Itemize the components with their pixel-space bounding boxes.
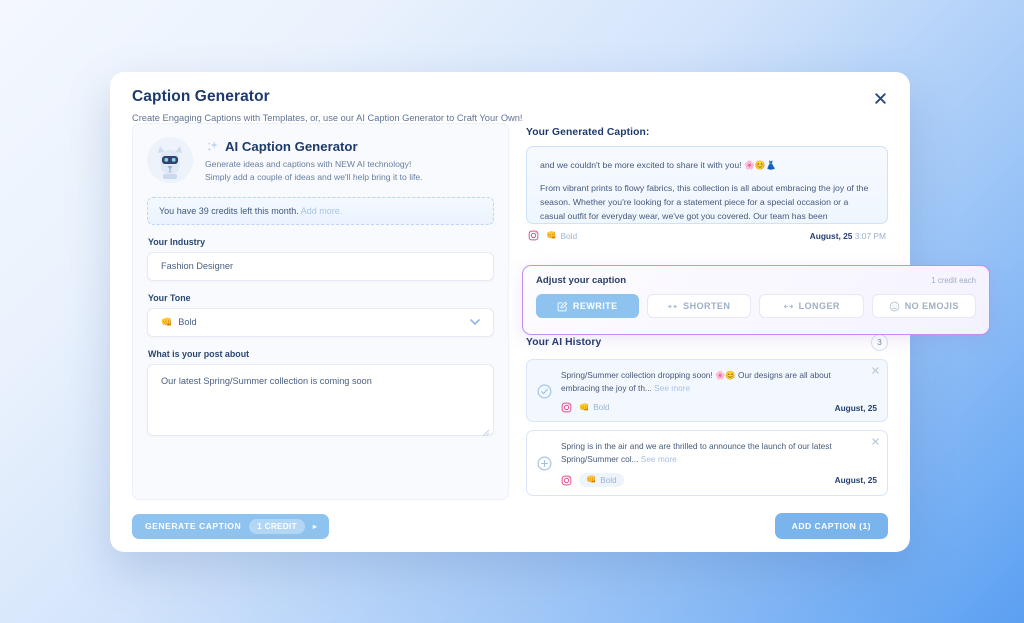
chevron-right-icon: ▸ [312,521,318,531]
edit-square-icon [557,301,568,312]
plus-circle-icon[interactable] [537,456,552,471]
arrows-in-icon [667,301,678,312]
rewrite-button[interactable]: REWRITE [536,294,639,318]
tone-value: Bold [178,317,197,328]
instagram-icon [561,402,572,413]
tone-emoji: 👊 [546,230,557,240]
history-item-meta: 👊 Bold August, 25 [561,402,877,413]
generated-caption-tone: 👊 Bold [546,230,577,241]
close-icon[interactable] [872,438,879,447]
list-item[interactable]: Spring/Summer collection dropping soon! … [526,359,888,423]
history-item-excerpt: Spring/Summer collection dropping soon! … [561,370,831,394]
tone-select[interactable]: 👊 Bold [147,307,494,337]
sparkle-icon [205,139,220,154]
smiley-off-icon [889,301,900,312]
longer-button[interactable]: LONGER [759,294,864,318]
history-item-tone: 👊 Bold [579,403,610,413]
close-icon[interactable] [868,86,892,110]
generated-caption-meta: 👊 Bold August, 25 3:07 PM [526,230,888,241]
generated-caption-time: 3:07 PM [854,230,886,241]
industry-input[interactable]: Fashion Designer [147,251,494,281]
tone-label: Bold [600,475,617,485]
list-item-body: Spring/Summer collection dropping soon! … [561,369,877,413]
post-about-label: What is your post about [148,348,250,359]
ai-history-count-badge: 3 [871,334,888,351]
adjust-credit-note: 1 credit each [931,276,976,285]
rewrite-label: REWRITE [572,301,618,311]
ai-promo-desc-line1: Generate ideas and captions with NEW AI … [205,159,412,169]
tone-label: Bold [593,403,610,413]
generated-caption-timestamp: August, 25 3:07 PM [810,231,886,241]
generate-caption-label: GENERATE CAPTION [145,521,242,531]
ai-promo-desc-line2: Simply add a couple of ideas and we'll h… [205,172,423,183]
modal-subtitle: Create Engaging Captions with Templates,… [132,113,523,123]
history-item-meta: 👊 Bold August, 25 [561,473,877,488]
generator-form-panel: AI Caption Generator Generate ideas and … [132,123,509,500]
generated-caption-paragraph-2: From vibrant prints to flowy fabrics, th… [540,183,869,222]
list-item-body: Spring is in the air and we are thrilled… [561,440,877,488]
adjust-panel-title: Adjust your caption [536,275,627,286]
generated-caption-date: August, 25 [809,230,853,241]
instagram-icon [561,475,572,486]
page-title: Caption Generator [132,88,270,105]
history-item-date: August, 25 [834,475,877,486]
adjust-panel-header: Adjust your caption 1 credit each [536,275,976,286]
see-more-link[interactable]: See more [641,454,677,464]
credits-text: You have 39 credits left this month. [159,205,299,216]
industry-label: Your Industry [148,236,206,247]
history-item-text: Spring/Summer collection dropping soon! … [561,369,877,395]
shorten-label: SHORTEN [683,301,731,311]
resize-grip-icon[interactable] [482,424,490,436]
close-icon[interactable] [872,367,879,376]
list-item[interactable]: Spring is in the air and we are thrilled… [526,430,888,497]
generate-credit-badge: 1 CREDIT [249,518,305,534]
ai-promo-title: AI Caption Generator [225,139,358,154]
instagram-icon [528,230,539,241]
adjust-caption-panel: Adjust your caption 1 credit each REWRIT… [522,265,990,335]
arrows-out-icon [783,301,794,312]
robot-mascot-avatar [147,137,193,183]
see-more-link[interactable]: See more [654,383,690,393]
shorten-button[interactable]: SHORTEN [646,294,751,318]
tone-emoji: 👊 [579,402,590,412]
tone-emoji: 👊 [586,475,597,485]
post-about-textarea[interactable]: Our latest Spring/Summer collection is c… [147,363,494,436]
ai-promo-description: Generate ideas and captions with NEW AI … [205,158,423,185]
ai-history-header: Your AI History 3 [526,334,888,351]
generated-caption-paragraph-1: and we couldn't be more excited to share… [540,160,777,170]
tone-label: Your Tone [148,292,191,303]
ai-promo-text: AI Caption Generator Generate ideas and … [205,137,423,185]
generated-caption-box[interactable]: and we couldn't be more excited to share… [526,146,888,224]
ai-promo-header: AI Caption Generator Generate ideas and … [147,137,494,185]
history-item-date: August, 25 [834,402,877,413]
add-caption-button[interactable]: ADD CAPTION (1) [774,513,888,539]
history-item-excerpt: Spring is in the air and we are thrilled… [561,441,832,465]
history-item-tone: 👊 Bold [579,473,624,488]
generate-caption-button[interactable]: GENERATE CAPTION 1 CREDIT ▸ [132,513,330,539]
modal-footer: GENERATE CAPTION 1 CREDIT ▸ ADD CAPTION … [110,500,910,552]
tone-label: Bold [560,230,578,241]
add-more-credits-link[interactable]: Add more. [301,206,343,216]
check-circle-icon[interactable] [537,384,552,399]
no-emojis-button[interactable]: NO EMOJIS [871,294,976,318]
adjust-button-group: REWRITE SHORTEN LONGER NO EMOJIS [536,294,976,318]
ai-history-heading: Your AI History [526,337,602,348]
tone-emoji: 👊 [161,316,173,327]
no-emojis-label: NO EMOJIS [904,301,959,311]
credits-banner: You have 39 credits left this month. Add… [147,196,494,225]
history-item-text: Spring is in the air and we are thrilled… [561,440,877,466]
generated-caption-heading: Your Generated Caption: [526,127,650,138]
modal-header: Caption Generator Create Engaging Captio… [110,72,910,123]
chevron-down-icon [470,317,480,327]
longer-label: LONGER [798,301,840,311]
